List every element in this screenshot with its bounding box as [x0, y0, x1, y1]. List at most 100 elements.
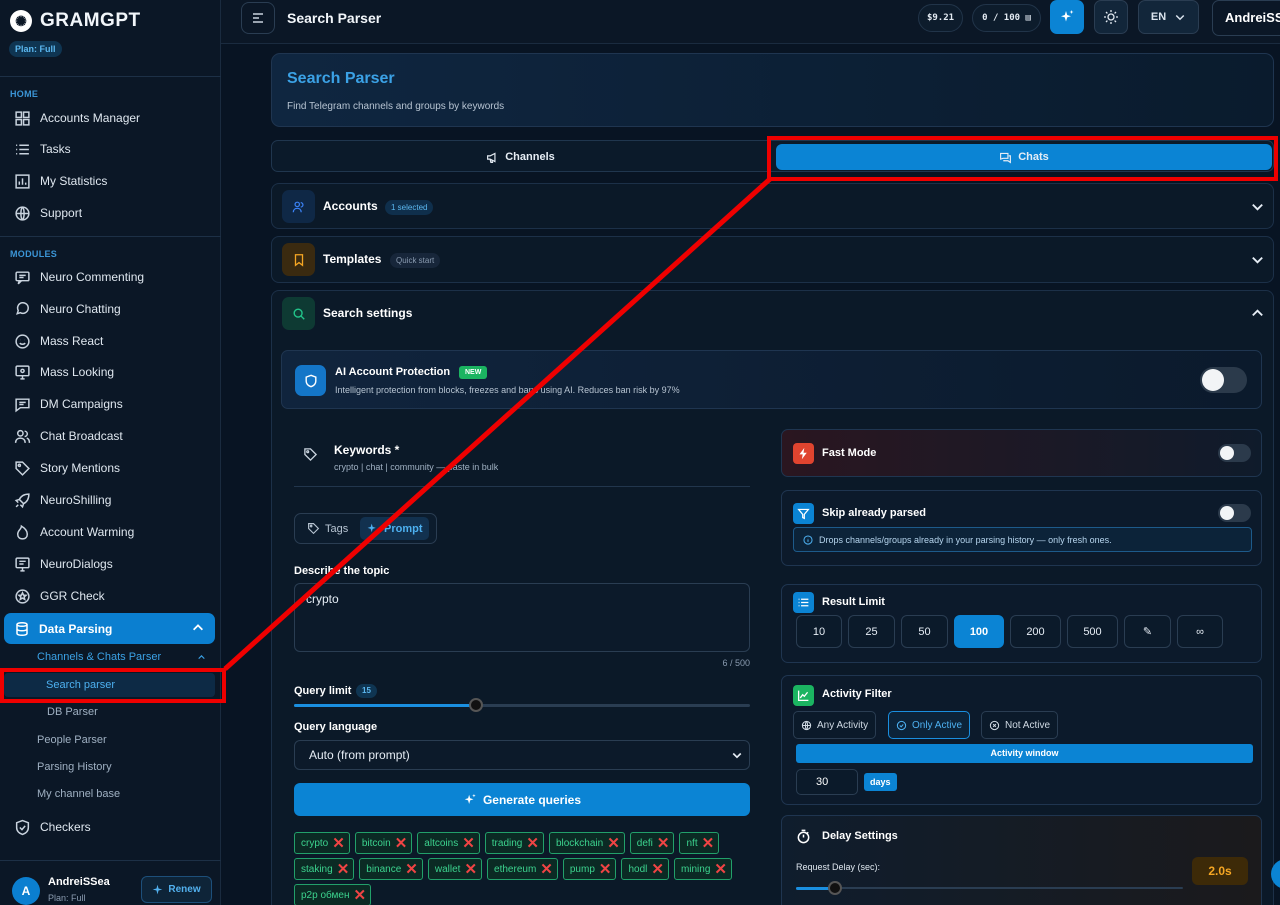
sidebar-item-ggr-check[interactable]: GGR Check — [14, 587, 105, 605]
sidebar-item-story-mentions[interactable]: Story Mentions — [14, 459, 120, 477]
accounts-section[interactable]: Accounts 1 selected — [271, 183, 1274, 229]
remove-chip-icon[interactable]: ✕ — [714, 862, 727, 877]
brand[interactable]: ✺ GRAMGPT — [10, 10, 141, 32]
query-limit-slider[interactable] — [294, 698, 750, 712]
remove-chip-icon[interactable]: ✕ — [651, 862, 664, 877]
keyword-chip[interactable]: bitcoin ✕ — [354, 832, 413, 854]
skip-parsed-toggle[interactable] — [1218, 504, 1251, 522]
limit-option-200[interactable]: 200 — [1010, 615, 1061, 648]
sidebar-item-accounts-manager[interactable]: Accounts Manager — [14, 109, 140, 127]
avatar[interactable]: A — [12, 877, 40, 905]
remove-chip-icon[interactable]: ✕ — [462, 836, 475, 851]
sidebar-item-support[interactable]: Support — [14, 204, 82, 222]
sidebar-subitem-channels-chats-parser[interactable]: Channels & Chats Parser — [37, 651, 205, 663]
remove-chip-icon[interactable]: ✕ — [526, 836, 539, 851]
activity-any-button[interactable]: Any Activity — [793, 711, 877, 739]
sidebar-subitem-db-parser[interactable]: DB Parser — [47, 706, 98, 718]
slider-handle[interactable] — [827, 881, 842, 895]
keyword-chip[interactable]: blockchain ✕ — [548, 832, 625, 854]
sidebar-item-dm-campaigns[interactable]: DM Campaigns — [14, 395, 123, 413]
limit-option-50[interactable]: 50 — [901, 615, 948, 648]
chevron-up-icon[interactable] — [1250, 306, 1265, 321]
sidebar: ✺ GRAMGPT Plan: Full HOME Accounts Manag… — [0, 0, 221, 905]
activity-only-active-button[interactable]: Only Active — [888, 711, 971, 739]
new-badge: NEW — [459, 366, 488, 379]
keyword-chip[interactable]: staking ✕ — [294, 858, 355, 880]
remove-chip-icon[interactable]: ✕ — [395, 836, 408, 851]
remove-chip-icon[interactable]: ✕ — [464, 862, 477, 877]
limit-option-25[interactable]: 25 — [848, 615, 895, 648]
language-select[interactable]: EN — [1138, 0, 1199, 34]
remove-chip-icon[interactable]: ✕ — [337, 862, 350, 877]
remove-chip-icon[interactable]: ✕ — [657, 836, 670, 851]
keyword-chip[interactable]: nft ✕ — [679, 832, 720, 854]
keyword-chip[interactable]: wallet ✕ — [427, 858, 483, 880]
list-icon — [793, 592, 814, 613]
chip-label: crypto — [301, 837, 329, 849]
sidebar-item-mass-looking[interactable]: Mass Looking — [14, 363, 114, 381]
activity-days-input[interactable]: 30 — [796, 769, 858, 795]
remove-chip-icon[interactable]: ✕ — [599, 862, 612, 877]
limit-custom-pencil-button[interactable]: ✎ — [1124, 615, 1171, 648]
sidebar-item-mass-react[interactable]: Mass React — [14, 332, 103, 350]
activity-not-active-button[interactable]: Not Active — [981, 711, 1059, 739]
remove-chip-icon[interactable]: ✕ — [540, 862, 553, 877]
keyword-chip[interactable]: hodl ✕ — [621, 858, 669, 880]
mode-prompt-button[interactable]: Prompt — [360, 517, 429, 540]
result-limit-card: Result Limit 10 25 50 100 200 500 ✎ ∞ — [781, 584, 1262, 663]
remove-chip-icon[interactable]: ✕ — [702, 836, 715, 851]
remove-chip-icon[interactable]: ✕ — [607, 836, 620, 851]
renew-button[interactable]: Renew — [141, 876, 212, 903]
ai-assistant-button[interactable] — [1050, 0, 1084, 34]
search-settings-title[interactable]: Search settings — [323, 306, 412, 320]
remove-chip-icon[interactable]: ✕ — [332, 836, 345, 851]
sidebar-subitem-parsing-history[interactable]: Parsing History — [37, 761, 112, 773]
sidebar-item-neurodialogs[interactable]: NeuroDialogs — [14, 555, 113, 573]
mode-tags-button[interactable]: Tags — [301, 517, 354, 540]
keyword-chip[interactable]: defi ✕ — [629, 832, 675, 854]
request-delay-slider[interactable] — [796, 881, 1183, 895]
keyword-chip[interactable]: p2p обмен ✕ — [294, 884, 372, 905]
ai-protection-toggle[interactable] — [1200, 367, 1247, 393]
fast-mode-toggle[interactable] — [1218, 444, 1251, 462]
keyword-chip[interactable]: altcoins ✕ — [417, 832, 480, 854]
sidebar-subitem-my-channel-base[interactable]: My channel base — [37, 788, 120, 800]
balance-badge[interactable]: $9.21 — [918, 4, 963, 32]
user-menu-button[interactable]: AndreiSSea — [1212, 0, 1280, 36]
limit-option-100[interactable]: 100 — [954, 615, 1004, 648]
generate-queries-button[interactable]: Generate queries — [294, 783, 750, 816]
usage-badge[interactable]: 0 / 100 ▤ — [972, 4, 1041, 32]
page-header-card: Search Parser Find Telegram channels and… — [271, 53, 1274, 127]
remove-chip-icon[interactable]: ✕ — [354, 888, 367, 903]
limit-option-10[interactable]: 10 — [796, 615, 842, 648]
sidebar-toggle-button[interactable] — [241, 2, 275, 34]
tab-channels[interactable]: Channels — [272, 144, 769, 170]
sidebar-item-chat-broadcast[interactable]: Chat Broadcast — [14, 427, 123, 445]
keyword-chip[interactable]: pump ✕ — [562, 858, 617, 880]
limit-unlimited-button[interactable]: ∞ — [1177, 615, 1223, 648]
topic-textarea[interactable]: crypto — [294, 583, 750, 652]
sidebar-item-checkers[interactable]: Checkers — [14, 818, 91, 836]
sidebar-subitem-people-parser[interactable]: People Parser — [37, 734, 107, 746]
limit-option-500[interactable]: 500 — [1067, 615, 1118, 648]
query-limit-value: 15 — [356, 684, 377, 698]
keyword-chip[interactable]: mining ✕ — [673, 858, 732, 880]
keyword-chip[interactable]: crypto ✕ — [294, 832, 350, 854]
query-language-select[interactable]: Auto (from prompt) — [294, 740, 750, 770]
skip-parsed-title: Skip already parsed — [822, 507, 926, 519]
theme-toggle-button[interactable] — [1094, 0, 1128, 34]
slider-handle[interactable] — [469, 698, 484, 712]
chip-label: altcoins — [424, 837, 459, 849]
sidebar-item-neuro-chatting[interactable]: Neuro Chatting — [14, 300, 121, 318]
keyword-chip[interactable]: trading ✕ — [484, 832, 544, 854]
keyword-chip[interactable]: ethereum ✕ — [487, 858, 558, 880]
sidebar-item-data-parsing[interactable]: Data Parsing — [4, 613, 215, 644]
remove-chip-icon[interactable]: ✕ — [405, 862, 418, 877]
sidebar-item-account-warming[interactable]: Account Warming — [14, 523, 134, 541]
templates-section[interactable]: Templates Quick start — [271, 236, 1274, 283]
sidebar-item-neuroshilling[interactable]: NeuroShilling — [14, 491, 111, 509]
sidebar-item-my-statistics[interactable]: My Statistics — [14, 172, 107, 190]
sidebar-item-neuro-commenting[interactable]: Neuro Commenting — [14, 268, 144, 286]
keyword-chip[interactable]: binance ✕ — [359, 858, 423, 880]
sidebar-item-tasks[interactable]: Tasks — [14, 140, 71, 158]
